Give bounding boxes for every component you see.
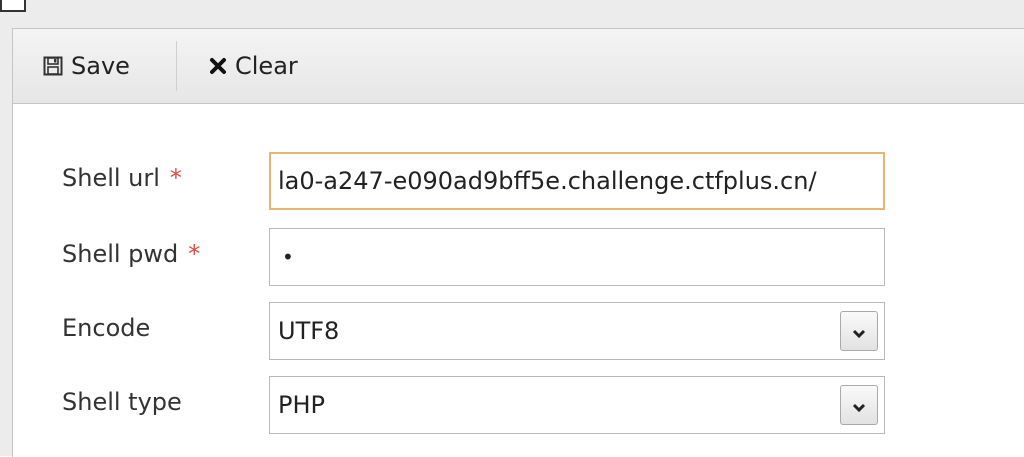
- shell-pwd-label-text: Shell pwd: [62, 240, 179, 268]
- required-marker: *: [188, 240, 201, 268]
- shell-form-panel: Save Clear Shell url * la0-a247-e090ad9bf…: [12, 28, 1024, 457]
- shell-type-row: Shell type PHP: [13, 376, 1024, 438]
- toolbar: Save Clear: [13, 29, 1024, 104]
- x-icon: [209, 57, 227, 75]
- encode-selected-value: UTF8: [278, 317, 340, 345]
- chevron-down-icon: [852, 391, 866, 419]
- shell-type-label: Shell type: [62, 388, 182, 416]
- shell-type-selected-value: PHP: [278, 391, 325, 419]
- clear-button[interactable]: Clear: [209, 47, 298, 85]
- save-button[interactable]: Save: [43, 47, 130, 85]
- encode-dropdown-button[interactable]: [840, 311, 878, 351]
- window-icon: [0, 0, 26, 12]
- shell-pwd-label: Shell pwd *: [62, 240, 200, 268]
- encode-label: Encode: [62, 314, 151, 342]
- shell-type-select[interactable]: PHP: [269, 376, 885, 434]
- window-title-strip: [0, 0, 1024, 30]
- chevron-down-icon: [852, 317, 866, 345]
- shell-pwd-value: •: [282, 245, 294, 269]
- shell-url-label-text: Shell url: [62, 164, 160, 192]
- shell-pwd-input[interactable]: •: [269, 228, 885, 286]
- required-marker: *: [169, 164, 182, 192]
- shell-pwd-row: Shell pwd * •: [13, 228, 1024, 290]
- encode-row: Encode UTF8: [13, 302, 1024, 364]
- save-button-label: Save: [71, 52, 130, 80]
- shell-url-input[interactable]: la0-a247-e090ad9bff5e.challenge.ctfplus.…: [269, 152, 885, 210]
- window: Save Clear Shell url * la0-a247-e090ad9bf…: [0, 0, 1024, 457]
- shell-type-dropdown-button[interactable]: [840, 385, 878, 425]
- shell-url-value: la0-a247-e090ad9bff5e.challenge.ctfplus.…: [278, 167, 817, 195]
- shell-url-label: Shell url *: [62, 164, 182, 192]
- toolbar-separator: [176, 41, 177, 91]
- window-left-edge: [0, 30, 12, 456]
- floppy-disk-icon: [43, 56, 63, 76]
- encode-select[interactable]: UTF8: [269, 302, 885, 360]
- shell-url-row: Shell url * la0-a247-e090ad9bff5e.challen…: [13, 152, 1024, 214]
- clear-button-label: Clear: [235, 52, 298, 80]
